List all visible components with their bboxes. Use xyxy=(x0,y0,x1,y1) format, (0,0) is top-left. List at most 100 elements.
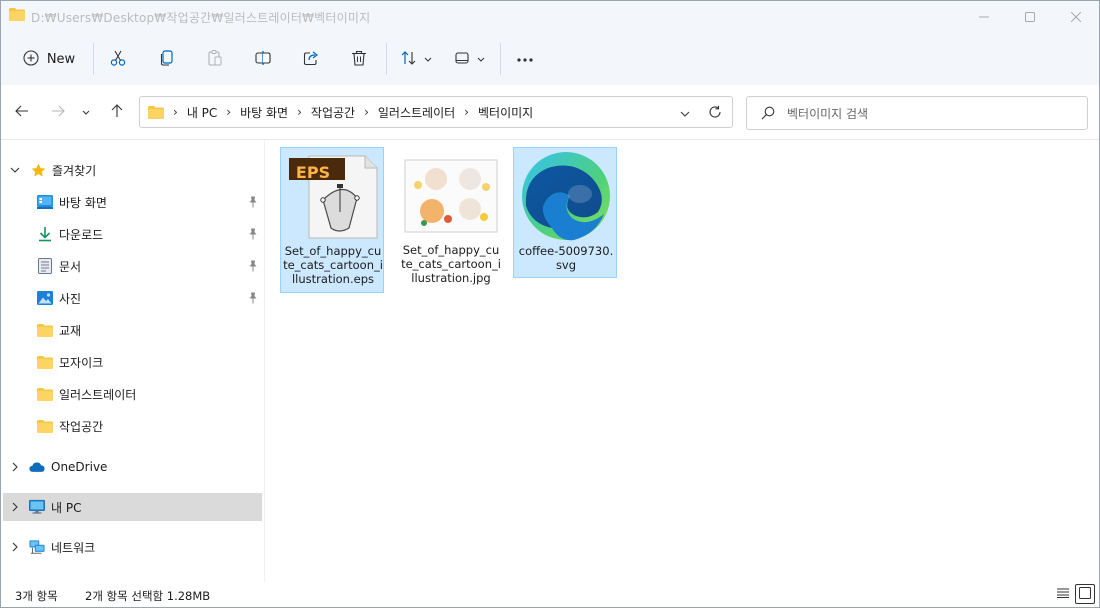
eps-badge: EPS xyxy=(295,163,331,182)
file-name: Set_of_happy_cute_cats_cartoon_illustrat… xyxy=(401,243,501,285)
window-title: D:₩Users₩Desktop₩작업공간₩일러스트레이터₩벡터이미지 xyxy=(31,11,371,25)
sidebar-item-pictures[interactable]: 사진 xyxy=(3,284,262,312)
arrow-right-icon xyxy=(51,105,65,120)
chevron-down-icon[interactable] xyxy=(9,164,21,176)
details-view-button[interactable] xyxy=(1053,584,1073,604)
folder-icon xyxy=(37,418,53,434)
file-list: EPS Set_of_happy_cute_cats_cartoon_illus… xyxy=(265,140,1099,582)
refresh-button[interactable] xyxy=(704,102,726,124)
breadcrumb-chevron-icon[interactable]: › xyxy=(297,105,302,119)
sidebar-item-textbook[interactable]: 교재 xyxy=(3,316,262,344)
copy-button[interactable] xyxy=(149,43,185,75)
pin-icon[interactable] xyxy=(248,228,258,243)
view-dropdown-button[interactable] xyxy=(447,43,491,75)
chevron-down-icon xyxy=(680,106,690,120)
list-icon xyxy=(1057,587,1069,601)
sidebar-item-label: 내 PC xyxy=(51,500,82,515)
search-box[interactable]: 벡터이미지 검색 xyxy=(746,96,1088,130)
arrow-left-icon xyxy=(15,105,29,120)
up-button[interactable] xyxy=(104,99,130,125)
sidebar-item-illustrator[interactable]: 일러스트레이터 xyxy=(3,380,262,408)
sidebar-item-desktop[interactable]: 바탕 화면 xyxy=(3,188,262,216)
cut-icon xyxy=(109,49,127,70)
file-item-svg[interactable]: coffee-5009730.svg xyxy=(513,147,617,278)
folder-icon xyxy=(37,354,53,370)
sidebar-item-documents[interactable]: 문서 xyxy=(3,252,262,280)
breadcrumb-item-this-pc[interactable]: 내 PC xyxy=(187,104,217,121)
sidebar-item-workspace[interactable]: 작업공간 xyxy=(3,412,262,440)
desktop-icon xyxy=(37,194,53,210)
chevron-right-icon[interactable] xyxy=(9,461,21,473)
sidebar-item-label: 바탕 화면 xyxy=(59,195,107,210)
computer-icon xyxy=(29,499,45,515)
recent-locations-button[interactable] xyxy=(76,99,96,125)
cloud-icon xyxy=(29,459,45,475)
rename-button[interactable] xyxy=(245,43,281,75)
sidebar-item-label: 모자이크 xyxy=(59,355,104,370)
download-icon xyxy=(37,226,53,242)
chevron-down-icon xyxy=(477,52,485,66)
folder-icon xyxy=(9,8,25,21)
folder-icon xyxy=(37,386,53,402)
breadcrumb-chevron-icon[interactable]: › xyxy=(173,105,178,119)
sidebar-item-label: 일러스트레이터 xyxy=(59,387,137,402)
paste-icon xyxy=(206,49,224,70)
sidebar-item-favorites[interactable]: 즐겨찾기 xyxy=(3,156,262,184)
breadcrumb-chevron-icon[interactable]: › xyxy=(464,105,469,119)
more-icon xyxy=(516,52,534,66)
breadcrumb-item-vector-images[interactable]: 벡터이미지 xyxy=(478,104,533,121)
breadcrumb-chevron-icon[interactable]: › xyxy=(226,105,231,119)
pin-icon[interactable] xyxy=(248,196,258,211)
delete-icon xyxy=(350,49,368,70)
address-history-button[interactable] xyxy=(674,103,696,123)
forward-button[interactable] xyxy=(45,99,71,125)
breadcrumb-item-illustrator[interactable]: 일러스트레이터 xyxy=(378,104,455,121)
breadcrumb: › 내 PC › 바탕 화면 › 작업공간 › 일러스트레이터 › 벡터이미지 xyxy=(148,97,533,127)
pin-icon[interactable] xyxy=(248,260,258,275)
address-bar[interactable]: › 내 PC › 바탕 화면 › 작업공간 › 일러스트레이터 › 벡터이미지 xyxy=(139,96,733,128)
selection-info: 2개 항목 선택함 1.28MB xyxy=(85,589,211,603)
status-bar: 3개 항목 2개 항목 선택함 1.28MB xyxy=(1,582,1099,607)
maximize-button[interactable] xyxy=(1007,1,1053,33)
star-icon xyxy=(30,162,46,178)
document-icon xyxy=(37,258,53,274)
back-button[interactable] xyxy=(9,99,35,125)
minimize-button[interactable] xyxy=(961,1,1007,33)
sidebar-item-mosaic[interactable]: 모자이크 xyxy=(3,348,262,376)
pin-icon[interactable] xyxy=(248,292,258,307)
folder-icon xyxy=(37,322,53,338)
file-item-eps[interactable]: EPS Set_of_happy_cute_cats_cartoon_illus… xyxy=(280,147,384,293)
thumbnail-icon xyxy=(1079,586,1091,602)
command-bar: New xyxy=(1,33,1099,85)
item-count: 3개 항목 xyxy=(15,589,58,603)
breadcrumb-item-workspace[interactable]: 작업공간 xyxy=(311,104,355,121)
sidebar-item-this-pc[interactable]: 내 PC xyxy=(3,493,262,521)
sidebar-item-network[interactable]: 네트워크 xyxy=(3,533,262,561)
toolbar-divider xyxy=(500,43,501,75)
breadcrumb-item-desktop[interactable]: 바탕 화면 xyxy=(240,104,288,121)
search-input[interactable]: 벡터이미지 검색 xyxy=(787,105,868,122)
more-options-button[interactable] xyxy=(507,43,543,75)
sort-dropdown-button[interactable] xyxy=(394,43,438,75)
paste-button[interactable] xyxy=(197,43,233,75)
cut-button[interactable] xyxy=(100,43,136,75)
sidebar-item-label: OneDrive xyxy=(51,460,108,474)
sort-icon xyxy=(400,49,418,70)
sidebar-item-label: 작업공간 xyxy=(59,419,104,434)
chevron-right-icon[interactable] xyxy=(9,541,21,553)
file-item-jpg[interactable]: Set_of_happy_cute_cats_cartoon_illustrat… xyxy=(399,147,503,293)
new-button[interactable]: New xyxy=(15,43,83,75)
share-button[interactable] xyxy=(293,43,329,75)
breadcrumb-chevron-icon[interactable]: › xyxy=(364,105,369,119)
navigation-pane: 즐겨찾기 바탕 화면 다운로드 문서 사진 교재 모자이크 일러스트레이터 작업… xyxy=(1,140,265,582)
share-icon xyxy=(302,49,320,70)
chevron-right-icon[interactable] xyxy=(9,501,21,513)
sidebar-item-onedrive[interactable]: OneDrive xyxy=(3,453,262,481)
sidebar-item-downloads[interactable]: 다운로드 xyxy=(3,220,262,248)
large-icons-view-button[interactable] xyxy=(1075,584,1095,604)
arrow-up-icon xyxy=(111,103,123,121)
close-button[interactable] xyxy=(1053,1,1099,33)
delete-button[interactable] xyxy=(341,43,377,75)
title-bar[interactable]: D:₩Users₩Desktop₩작업공간₩일러스트레이터₩벡터이미지 xyxy=(1,1,1099,33)
pictures-icon xyxy=(37,290,53,306)
